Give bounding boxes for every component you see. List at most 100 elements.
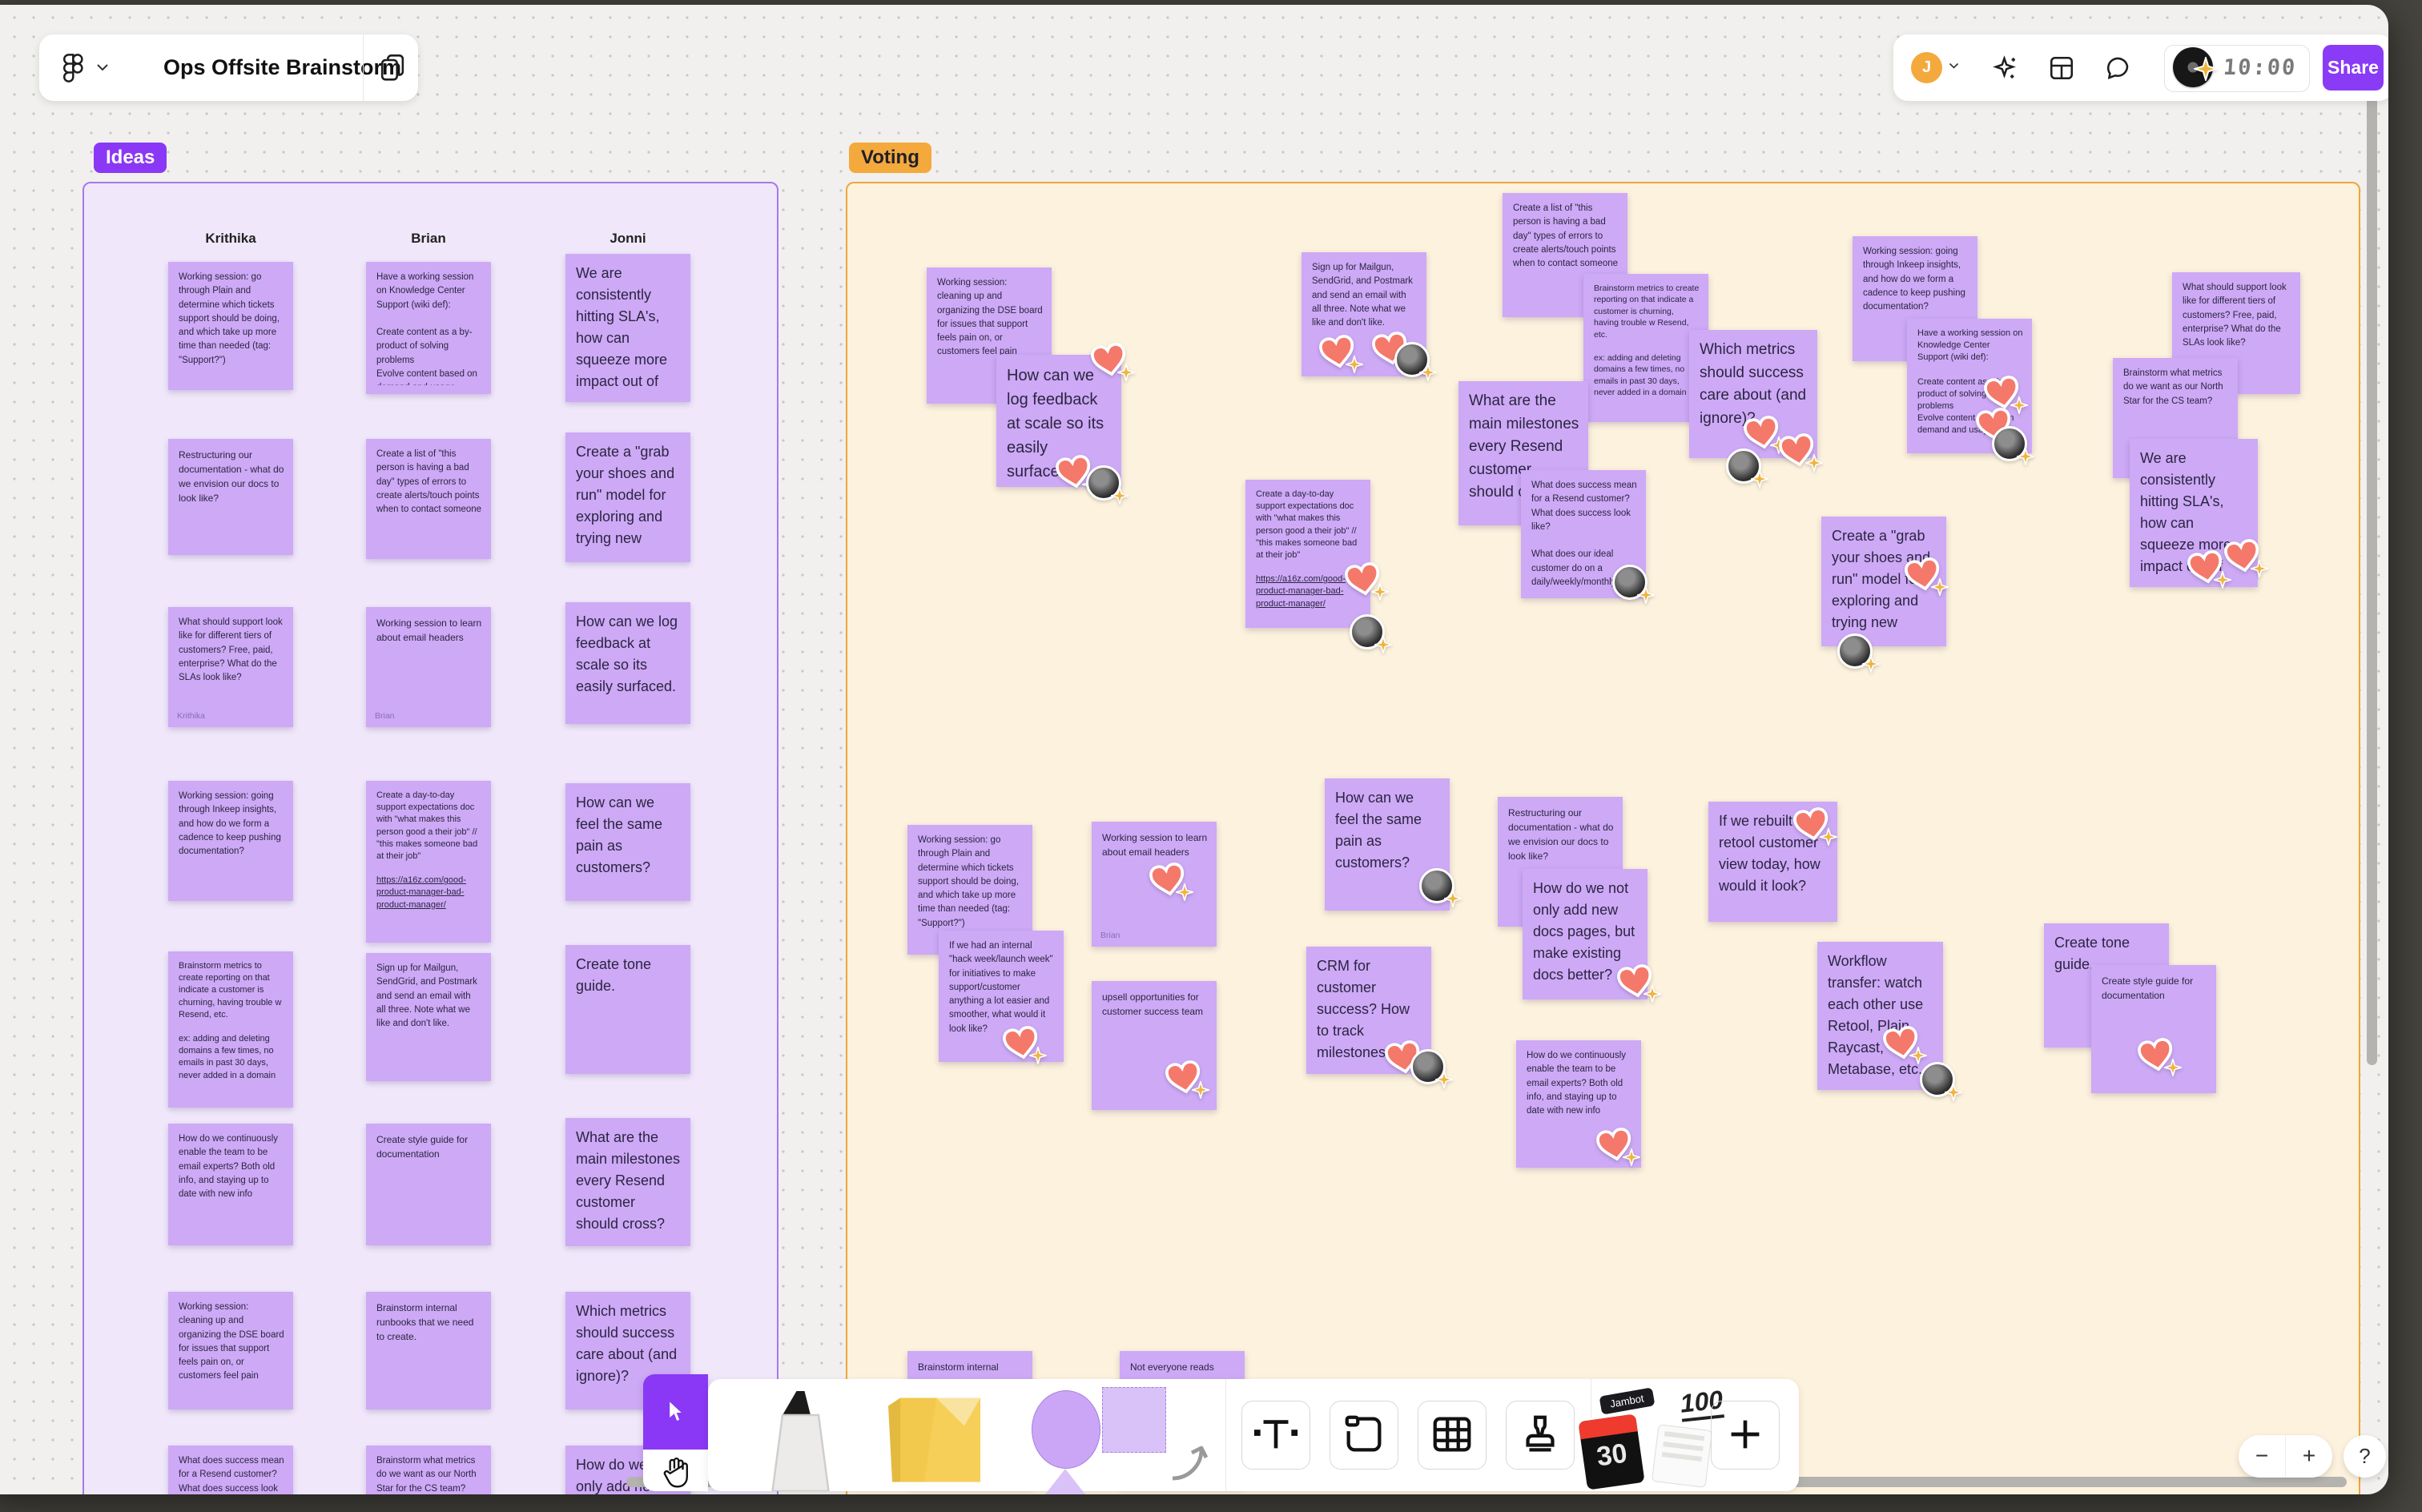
sticky-note[interactable]: How can we feel the same pain as custome… — [565, 783, 690, 901]
hand-tool-cursor-icon[interactable] — [659, 1454, 693, 1490]
sticky-note[interactable]: What does success mean for a Resend cust… — [168, 1446, 293, 1494]
sticky-note[interactable]: Sign up for Mailgun, SendGrid, and Postm… — [1302, 252, 1437, 381]
heart-sticker[interactable] — [1091, 343, 1135, 381]
sticky-note[interactable]: Working session: cleaning up and organiz… — [168, 1292, 293, 1409]
figma-logo-icon[interactable] — [60, 54, 87, 82]
sticky-note[interactable]: How do we not only add new docs pages, b… — [1523, 869, 1661, 1003]
sticky-note[interactable]: Have a working session on Knowledge Cent… — [1907, 319, 2034, 465]
ai-sparkles-icon[interactable] — [1991, 54, 2020, 82]
sticky-note[interactable]: upsell opportunities for customer succes… — [1092, 981, 1217, 1110]
heart-sticker[interactable] — [2138, 1038, 2182, 1076]
zoom-out-button[interactable]: − — [2239, 1435, 2286, 1478]
file-title[interactable]: Ops Offsite Brainstorm — [163, 34, 401, 101]
sticky-note[interactable]: What should support look like for differ… — [168, 607, 293, 727]
comment-icon[interactable] — [2103, 54, 2132, 82]
heart-sticker[interactable] — [1345, 562, 1389, 601]
stamp-tool[interactable] — [1506, 1401, 1575, 1470]
avatar[interactable]: J — [1911, 52, 1942, 83]
sticky-note[interactable]: Restructuring our documentation - what d… — [168, 439, 293, 555]
triangle-shape-tool[interactable] — [1036, 1469, 1094, 1494]
sticky-note[interactable]: Working session to learn about email hea… — [1092, 822, 1217, 947]
sticky-note[interactable]: What does success mean for a Resend cust… — [1521, 470, 1655, 604]
pages-icon[interactable] — [377, 52, 408, 84]
sticky-note[interactable]: Create tone guide. — [565, 945, 690, 1074]
sticky-note[interactable]: Brainstorm what metrics do we want as ou… — [366, 1446, 491, 1494]
heart-sticker[interactable] — [1596, 1128, 1640, 1166]
ellipse-shape-tool[interactable] — [1032, 1390, 1100, 1469]
sticky-note[interactable]: Create a day-to-day support expectations… — [366, 781, 491, 943]
table-tool[interactable] — [1418, 1401, 1487, 1470]
sticky-note[interactable]: Have a working session on Knowledge Cent… — [366, 262, 491, 394]
sticky-note-tool[interactable] — [876, 1385, 1012, 1486]
heart-sticker[interactable] — [1165, 1060, 1209, 1099]
sticky-note[interactable]: How can we log feedback at scale so its … — [996, 343, 1135, 505]
text-tool[interactable] — [1241, 1401, 1310, 1470]
heart-sticker[interactable] — [1779, 433, 1823, 472]
avatar-sticker[interactable] — [1410, 1049, 1453, 1088]
sticky-note[interactable]: Sign up for Mailgun, SendGrid, and Postm… — [366, 953, 491, 1081]
heart-sticker[interactable] — [1905, 557, 1949, 596]
sticky-note[interactable]: Create style guide for documentation — [2091, 965, 2216, 1093]
sticky-note[interactable]: Create style guide for documentation — [366, 1124, 491, 1245]
heart-sticker[interactable] — [1984, 376, 2028, 414]
zoom-in-button[interactable]: + — [2286, 1435, 2332, 1478]
avatar-sticker[interactable] — [1992, 426, 2034, 465]
sticky-note[interactable]: Which metrics should success care about … — [1689, 330, 1823, 488]
heart-sticker[interactable] — [1883, 1026, 1927, 1064]
marker-tool[interactable] — [754, 1387, 843, 1491]
voting-section-label[interactable]: Voting — [849, 143, 931, 173]
sticky-note[interactable]: We are consistently hitting SLA's, how c… — [2130, 439, 2268, 589]
sticky-note[interactable]: How do we continuously enable the team t… — [168, 1124, 293, 1245]
timer-widget[interactable]: 10:00 — [2164, 45, 2310, 92]
templates-icon[interactable] — [2047, 54, 2076, 82]
avatar-sticker[interactable] — [1394, 342, 1437, 381]
help-button[interactable]: ? — [2344, 1435, 2386, 1478]
avatar-sticker[interactable] — [1920, 1062, 1962, 1101]
canvas[interactable]: Ideas Voting Krithika Working session: go… — [0, 5, 2388, 1494]
heart-sticker[interactable] — [1617, 964, 1661, 1003]
sticky-note[interactable]: Create a "grab your shoes and run" model… — [565, 432, 690, 562]
heart-sticker[interactable] — [2224, 539, 2268, 577]
sticky-note[interactable]: Working session: going through Inkeep in… — [168, 781, 293, 901]
sticky-note[interactable]: How can we log feedback at scale so its … — [565, 602, 690, 724]
heart-sticker[interactable] — [1003, 1026, 1047, 1064]
sticky-note[interactable]: Workflow transfer: watch each other use … — [1817, 942, 1962, 1101]
sticky-note[interactable]: Working session to learn about email hea… — [366, 607, 491, 727]
sticky-note[interactable]: What are the main milestones every Resen… — [565, 1118, 690, 1246]
sticky-note[interactable]: Create a "grab your shoes and run" model… — [1821, 517, 1949, 673]
avatar-sticker[interactable] — [1419, 868, 1462, 907]
add-more-button[interactable] — [1711, 1401, 1780, 1470]
sticky-note[interactable]: CRM for customer success? How to track m… — [1306, 947, 1453, 1088]
select-tool[interactable] — [643, 1374, 708, 1450]
sticky-note[interactable]: Brainstorm internal runbooks that we nee… — [366, 1292, 491, 1409]
sticky-note[interactable]: Working session: go through Plain and de… — [168, 262, 293, 390]
sticky-note[interactable]: How can we feel the same pain as custome… — [1325, 778, 1462, 911]
sticky-note[interactable]: Brainstorm metrics to create reporting o… — [168, 951, 293, 1108]
sticky-note[interactable]: If we had an internal "hack week/launch … — [939, 931, 1064, 1064]
avatar-sticker[interactable] — [1086, 465, 1129, 505]
sticky-note[interactable]: If we rebuilt retool customer view today… — [1708, 802, 1837, 922]
chevron-down-icon[interactable] — [95, 62, 110, 72]
section-tool[interactable] — [1330, 1401, 1398, 1470]
sticky-note[interactable]: We are consistently hitting SLA's, how c… — [565, 254, 690, 402]
sticky-note[interactable]: How do we continuously enable the team t… — [1516, 1040, 1641, 1168]
avatar-sticker[interactable] — [1350, 614, 1392, 653]
avatar-sticker[interactable] — [1612, 565, 1655, 604]
vertical-scrollbar[interactable] — [2367, 62, 2377, 1065]
heart-sticker[interactable] — [1793, 807, 1837, 846]
heart-sticker[interactable] — [1149, 863, 1193, 901]
sticky-note[interactable]: Create a list of "this person is having … — [366, 439, 491, 559]
ideas-section-label[interactable]: Ideas — [94, 143, 167, 173]
heart-sticker[interactable] — [2187, 550, 2231, 589]
avatar-sticker[interactable] — [1726, 448, 1768, 488]
heart-sticker[interactable] — [1744, 416, 1788, 454]
sticky-note-link[interactable]: https://a16z.com/good-product-manager-ba… — [376, 875, 466, 909]
square-shape-tool[interactable] — [1102, 1387, 1166, 1453]
heart-sticker[interactable] — [1319, 335, 1363, 373]
sticky-note[interactable]: Create a day-to-day support expectations… — [1245, 480, 1392, 653]
chevron-down-icon[interactable] — [1948, 62, 1960, 70]
share-button[interactable]: Share — [2323, 45, 2384, 90]
sticky-note-link[interactable]: https://a16z.com/good-product-manager-ba… — [1256, 574, 1346, 608]
avatar-sticker[interactable] — [1837, 633, 1880, 673]
connector-arrow-tool[interactable] — [1169, 1440, 1214, 1485]
